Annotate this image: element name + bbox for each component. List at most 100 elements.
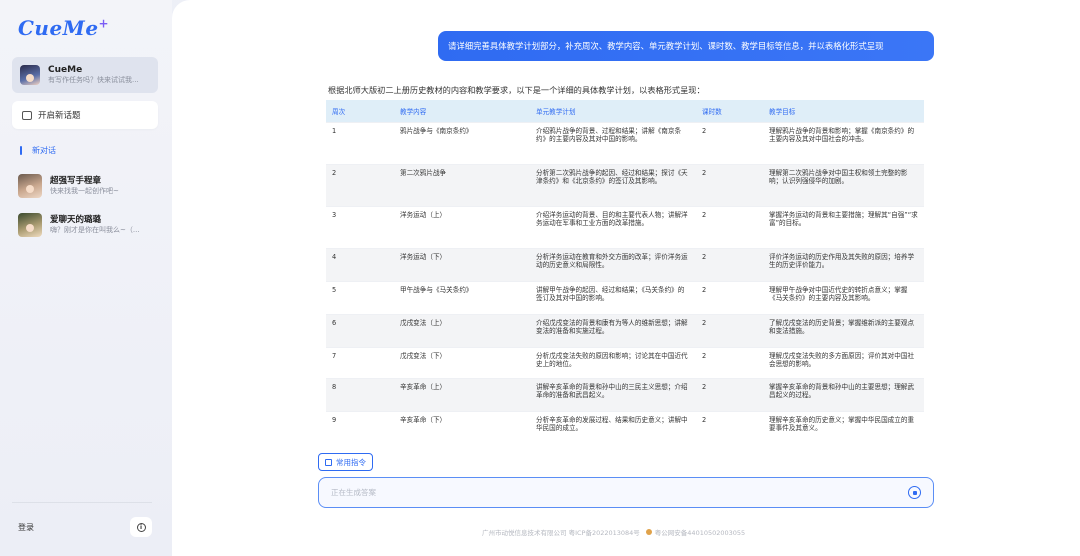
table-cell: 2 xyxy=(326,163,394,206)
logo-text: CueMe xyxy=(18,16,99,40)
table-cell: 理解第二次鸦片战争对中国主权和领土完整的影响；认识列强侵华的加剧。 xyxy=(763,163,924,206)
table-cell: 2 xyxy=(696,163,763,206)
table-cell: 分析戊戌变法失败的原因和影响；讨论其在中国近代史上的地位。 xyxy=(530,346,696,378)
column-header: 教学内容 xyxy=(394,100,530,122)
table-cell: 理解甲午战争对中国近代史的转折点意义；掌握《马关条约》的主要内容及其影响。 xyxy=(763,280,924,314)
new-conversation-label: 新对话 xyxy=(32,146,56,155)
table-cell: 戊戌变法（上） xyxy=(394,313,530,347)
common-commands-button[interactable]: 常用指令 xyxy=(318,453,373,471)
login-link[interactable]: 登录 xyxy=(18,522,34,533)
chat-subtitle: 嗨？刚才是你在叫我么~（... xyxy=(50,225,140,234)
table-cell: 9 xyxy=(326,410,394,444)
table-cell: 辛亥革命（下） xyxy=(394,410,530,444)
teaching-plan-table-container[interactable]: 周次 教学内容 单元教学计划 课时数 教学目标 1 鸦片战争与《南京条约》 介绍… xyxy=(326,100,924,445)
profile-name: CueMe xyxy=(48,65,83,76)
logo-plus: + xyxy=(98,16,110,31)
sidebar-item-new-conversation[interactable]: 新对话 xyxy=(20,145,56,156)
common-commands-label: 常用指令 xyxy=(336,457,366,467)
profile-subtitle: 有写作任务吗？快来试试我... xyxy=(48,76,139,85)
active-indicator xyxy=(20,146,22,155)
table-cell: 掌握洋务运动的背景和主要措施；理解其“自强”“求富”的目标。 xyxy=(763,205,924,248)
table-cell: 理解戊戌变法失败的多方面原因；评价其对中国社会思想的影响。 xyxy=(763,346,924,378)
chat-name: 超强写手程章 xyxy=(50,176,102,187)
table-header-row: 周次 教学内容 单元教学计划 课时数 教学目标 xyxy=(326,100,924,122)
table-cell: 3 xyxy=(326,205,394,248)
table-cell: 2 xyxy=(696,313,763,347)
table-cell: 介绍洋务运动的背景、目的和主要代表人物；讲解洋务运动在军事和工业方面的改革措施。 xyxy=(530,205,696,248)
table-cell: 2 xyxy=(696,410,763,444)
table-cell: 分析洋务运动在教育和外交方面的改革；评价洋务运动的历史意义和局限性。 xyxy=(530,247,696,281)
table-cell: 理解辛亥革命的历史意义；掌握中华民国成立的重要事件及其意义。 xyxy=(763,410,924,444)
info-icon: i xyxy=(136,522,146,532)
table-cell: 讲解辛亥革命的背景和孙中山的三民主义思想；介绍革命的准备和武昌起义。 xyxy=(530,377,696,411)
table-cell: 分析第二次鸦片战争的起因、经过和结果；探讨《天津条约》和《北京条约》的签订及其影… xyxy=(530,163,696,206)
column-header: 课时数 xyxy=(696,100,763,122)
assistant-intro-text: 根据北师大版初二上册历史教材的内容和教学要求，以下是一个详细的具体教学计划，以表… xyxy=(328,85,705,95)
table-cell: 讲解甲午战争的起因、经过和结果；《马关条约》的签订及其对中国的影响。 xyxy=(530,280,696,314)
info-button[interactable]: i xyxy=(130,517,152,537)
chat-name: 爱聊天的璐璐 xyxy=(50,215,102,226)
table-cell: 分析辛亥革命的发展过程、结果和历史意义；讲解中华民国的成立。 xyxy=(530,410,696,444)
table-cell: 2 xyxy=(696,205,763,248)
table-row: 8 辛亥革命（上） 讲解辛亥革命的背景和孙中山的三民主义思想；介绍革命的准备和武… xyxy=(326,377,924,411)
table-row: 9 辛亥革命（下） 分析辛亥革命的发展过程、结果和历史意义；讲解中华民国的成立。… xyxy=(326,410,924,444)
command-icon xyxy=(325,458,332,466)
table-cell: 戊戌变法（下） xyxy=(394,346,530,378)
chat-input-box[interactable] xyxy=(318,477,934,508)
table-cell: 鸦片战争与《南京条约》 xyxy=(394,121,530,164)
table-cell: 介绍戊戌变法的背景和康有为等人的维新思想；讲解变法的准备和实施过程。 xyxy=(530,313,696,347)
table-cell: 8 xyxy=(326,377,394,411)
table-cell: 2 xyxy=(696,121,763,164)
table-row: 1 鸦片战争与《南京条约》 介绍鸦片战争的背景、过程和结果；讲解《南京条约》的主… xyxy=(326,121,924,164)
table-cell: 2 xyxy=(696,346,763,378)
divider xyxy=(12,502,152,503)
table-cell: 洋务运动（下） xyxy=(394,247,530,281)
footer-icp[interactable]: 广州市动悦信息技术有限公司 粤ICP备2022013084号 xyxy=(482,527,640,537)
table-cell: 辛亥革命（上） xyxy=(394,377,530,411)
new-chat-icon xyxy=(22,110,32,120)
main-panel: 请详细完善具体教学计划部分，补充周次、教学内容、单元教学计划、课时数、教学目标等… xyxy=(172,0,1080,556)
sidebar: CueMe+ CueMe 有写作任务吗？快来试试我... 开启新话题 新对话 超… xyxy=(0,0,172,556)
chat-input[interactable] xyxy=(331,488,908,497)
avatar xyxy=(20,65,40,85)
column-header: 教学目标 xyxy=(763,100,924,122)
assistant-profile-card[interactable]: CueMe 有写作任务吗？快来试试我... xyxy=(12,57,158,93)
footer-police[interactable]: 粤公网安备44010502003055 xyxy=(655,527,745,537)
sidebar-chat-item[interactable]: 爱聊天的璐璐 嗨？刚才是你在叫我么~（... xyxy=(18,213,164,237)
avatar xyxy=(18,213,42,237)
table-cell: 6 xyxy=(326,313,394,347)
table-cell: 第二次鸦片战争 xyxy=(394,163,530,206)
chat-subtitle: 快来找我一起创作吧~ xyxy=(50,186,119,195)
table-cell: 2 xyxy=(696,377,763,411)
table-cell: 甲午战争与《马关条约》 xyxy=(394,280,530,314)
footer: 广州市动悦信息技术有限公司 粤ICP备2022013084号 粤公网安备4401… xyxy=(482,527,745,537)
police-badge-icon xyxy=(645,529,652,535)
cueme-logo[interactable]: CueMe+ xyxy=(18,16,109,40)
table-cell: 2 xyxy=(696,280,763,314)
table-cell: 理解鸦片战争的背景和影响；掌握《南京条约》的主要内容及其对中国社会的冲击。 xyxy=(763,121,924,164)
table-cell: 掌握辛亥革命的背景和孙中山的主要思想；理解武昌起义的过程。 xyxy=(763,377,924,411)
stop-icon xyxy=(912,490,917,495)
table-cell: 评价洋务运动的历史作用及其失败的原因；培养学生的历史评价能力。 xyxy=(763,247,924,281)
column-header: 单元教学计划 xyxy=(530,100,696,122)
table-cell: 了解戊戌变法的历史背景；掌握维新派的主要观点和变法措施。 xyxy=(763,313,924,347)
table-cell: 介绍鸦片战争的背景、过程和结果；讲解《南京条约》的主要内容及其对中国的影响。 xyxy=(530,121,696,164)
new-topic-button[interactable]: 开启新话题 xyxy=(12,101,158,129)
sidebar-chat-item[interactable]: 超强写手程章 快来找我一起创作吧~ xyxy=(18,174,164,198)
table-row: 7 戊戌变法（下） 分析戊戌变法失败的原因和影响；讨论其在中国近代史上的地位。 … xyxy=(326,346,924,378)
table-row: 5 甲午战争与《马关条约》 讲解甲午战争的起因、经过和结果；《马关条约》的签订及… xyxy=(326,280,924,314)
table-cell: 4 xyxy=(326,247,394,281)
teaching-plan-table: 周次 教学内容 单元教学计划 课时数 教学目标 1 鸦片战争与《南京条约》 介绍… xyxy=(326,100,924,444)
table-row: 6 戊戌变法（上） 介绍戊戌变法的背景和康有为等人的维新思想；讲解变法的准备和实… xyxy=(326,313,924,347)
user-message-bubble: 请详细完善具体教学计划部分，补充周次、教学内容、单元教学计划、课时数、教学目标等… xyxy=(438,31,934,61)
avatar xyxy=(18,174,42,198)
column-header: 周次 xyxy=(326,100,394,122)
table-row: 4 洋务运动（下） 分析洋务运动在教育和外交方面的改革；评价洋务运动的历史意义和… xyxy=(326,247,924,281)
table-row: 2 第二次鸦片战争 分析第二次鸦片战争的起因、经过和结果；探讨《天津条约》和《北… xyxy=(326,163,924,206)
table-cell: 洋务运动（上） xyxy=(394,205,530,248)
table-cell: 1 xyxy=(326,121,394,164)
new-topic-label: 开启新话题 xyxy=(38,111,81,121)
table-cell: 2 xyxy=(696,247,763,281)
stop-generation-button[interactable] xyxy=(908,486,921,499)
table-row: 3 洋务运动（上） 介绍洋务运动的背景、目的和主要代表人物；讲解洋务运动在军事和… xyxy=(326,205,924,248)
